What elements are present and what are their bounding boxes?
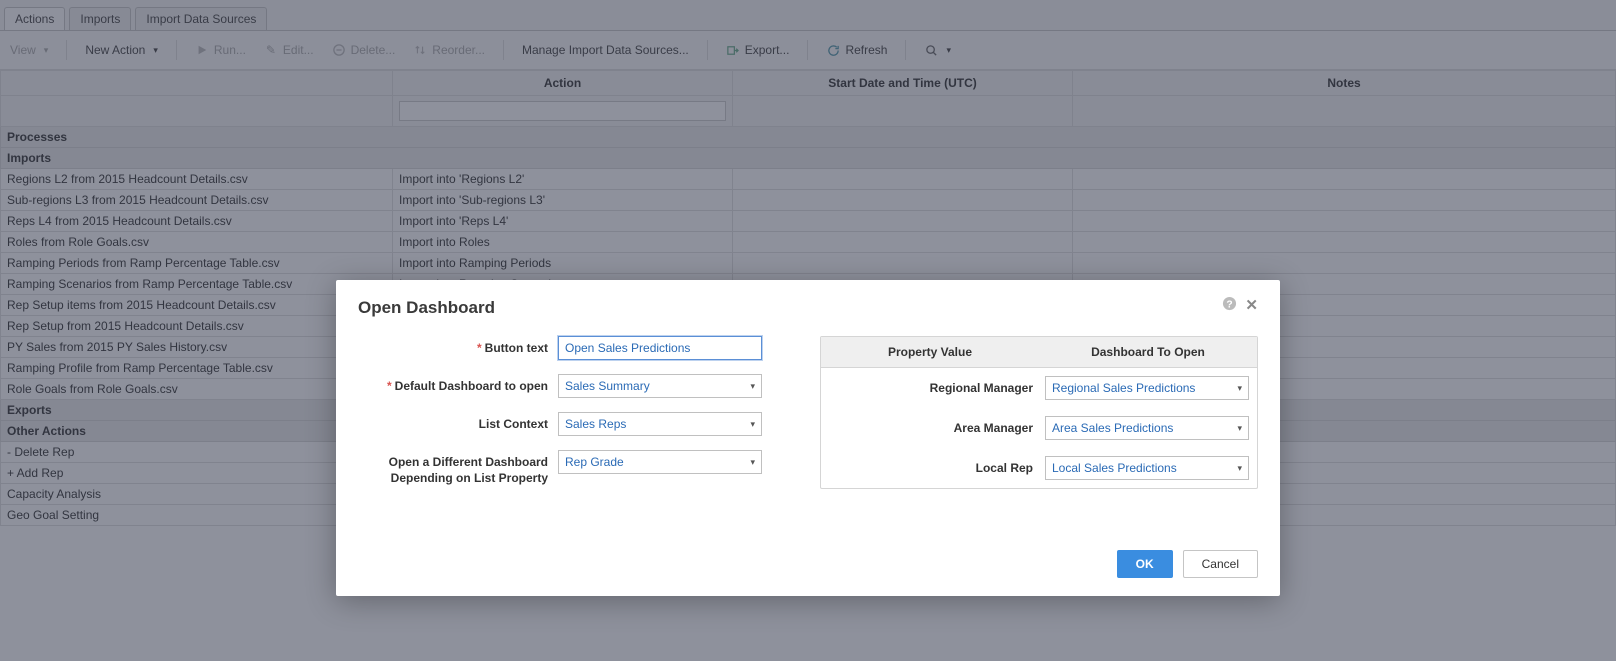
dashboard-select-value: Local Sales Predictions (1052, 461, 1177, 475)
chevron-down-icon: ▾ (750, 381, 755, 392)
svg-text:?: ? (1227, 299, 1233, 310)
chevron-down-icon: ▾ (1237, 383, 1242, 394)
list-context-value: Sales Reps (565, 417, 626, 431)
dashboard-select[interactable]: Area Sales Predictions ▾ (1045, 416, 1249, 440)
property-row: Regional ManagerRegional Sales Predictio… (821, 368, 1257, 408)
chevron-down-icon: ▾ (1237, 423, 1242, 434)
property-mapping-table: Property Value Dashboard To Open Regiona… (820, 336, 1258, 489)
property-value-label: Regional Manager (829, 381, 1045, 395)
property-value-label: Local Rep (829, 461, 1045, 475)
list-property-label: Open a Different Dashboard Depending on … (358, 450, 558, 486)
chevron-down-icon: ▾ (750, 419, 755, 430)
property-value-label: Area Manager (829, 421, 1045, 435)
modal-title: Open Dashboard (358, 298, 495, 318)
default-dashboard-value: Sales Summary (565, 379, 650, 393)
open-dashboard-modal: Open Dashboard ? ✕ *Button text *Default… (336, 280, 1280, 596)
help-icon[interactable]: ? (1222, 296, 1237, 315)
button-text-label: *Button text (358, 336, 558, 357)
property-row: Area Manager Area Sales Predictions ▾ (821, 408, 1257, 448)
chevron-down-icon: ▾ (1237, 463, 1242, 474)
modal-overlay: Open Dashboard ? ✕ *Button text *Default… (0, 0, 1616, 661)
list-property-value: Rep Grade (565, 455, 624, 469)
default-dashboard-select[interactable]: Sales Summary ▾ (558, 374, 762, 398)
dashboard-select-value: Area Sales Predictions (1052, 421, 1173, 435)
dashboard-select[interactable]: Local Sales Predictions ▾ (1045, 456, 1249, 480)
list-context-label: List Context (358, 412, 558, 433)
close-icon[interactable]: ✕ (1245, 296, 1258, 315)
dashboard-select[interactable]: Regional Sales Predictions ▾ (1045, 376, 1249, 400)
list-context-select[interactable]: Sales Reps ▾ (558, 412, 762, 436)
cancel-button[interactable]: Cancel (1183, 550, 1258, 578)
property-value-header: Property Value (821, 337, 1039, 367)
dashboard-to-open-header: Dashboard To Open (1039, 337, 1257, 367)
list-property-select[interactable]: Rep Grade ▾ (558, 450, 762, 474)
dashboard-select-value: Regional Sales Predictions (1052, 381, 1195, 395)
button-text-input[interactable] (558, 336, 762, 360)
property-row: Local Rep Local Sales Predictions ▾ (821, 448, 1257, 488)
default-dashboard-label: *Default Dashboard to open (358, 374, 558, 395)
chevron-down-icon: ▾ (750, 457, 755, 468)
ok-button[interactable]: OK (1117, 550, 1173, 578)
